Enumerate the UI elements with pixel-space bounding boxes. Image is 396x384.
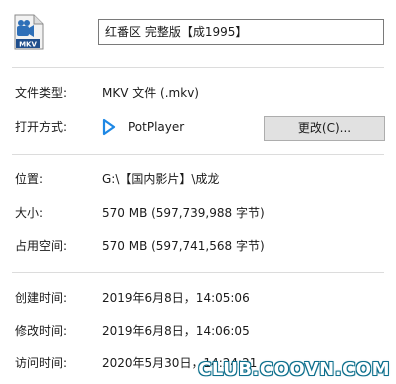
separator xyxy=(12,154,384,155)
location-value: G:\【国内影片】\成龙 xyxy=(102,172,220,186)
separator xyxy=(12,67,384,68)
change-button[interactable]: 更改(C)... xyxy=(264,116,385,141)
accessed-label: 访问时间: xyxy=(15,356,68,370)
potplayer-play-icon xyxy=(102,118,116,136)
mkv-file-icon: MKV xyxy=(12,14,46,50)
size-label: 大小: xyxy=(15,206,44,220)
modified-label: 修改时间: xyxy=(15,324,68,338)
watermark: CLUB.COOVN.COM xyxy=(198,359,390,380)
separator xyxy=(12,272,384,273)
file-name-input[interactable]: 红番区 完整版【成1995】 xyxy=(98,19,384,45)
created-label: 创建时间: xyxy=(15,291,68,305)
mkv-icon-label: MKV xyxy=(19,41,37,49)
opens-with-label: 打开方式: xyxy=(15,120,68,134)
size-value: 570 MB (597,739,988 字节) xyxy=(102,206,265,220)
created-value: 2019年6月8日，14:05:06 xyxy=(102,291,250,305)
file-type-value: MKV 文件 (.mkv) xyxy=(102,86,199,100)
location-label: 位置: xyxy=(15,172,44,186)
size-on-disk-value: 570 MB (597,741,568 字节) xyxy=(102,239,265,253)
opens-with-value: PotPlayer xyxy=(128,120,185,134)
modified-value: 2019年6月8日，14:06:05 xyxy=(102,324,250,338)
size-on-disk-label: 占用空间: xyxy=(15,239,68,253)
file-type-label: 文件类型: xyxy=(15,86,68,100)
